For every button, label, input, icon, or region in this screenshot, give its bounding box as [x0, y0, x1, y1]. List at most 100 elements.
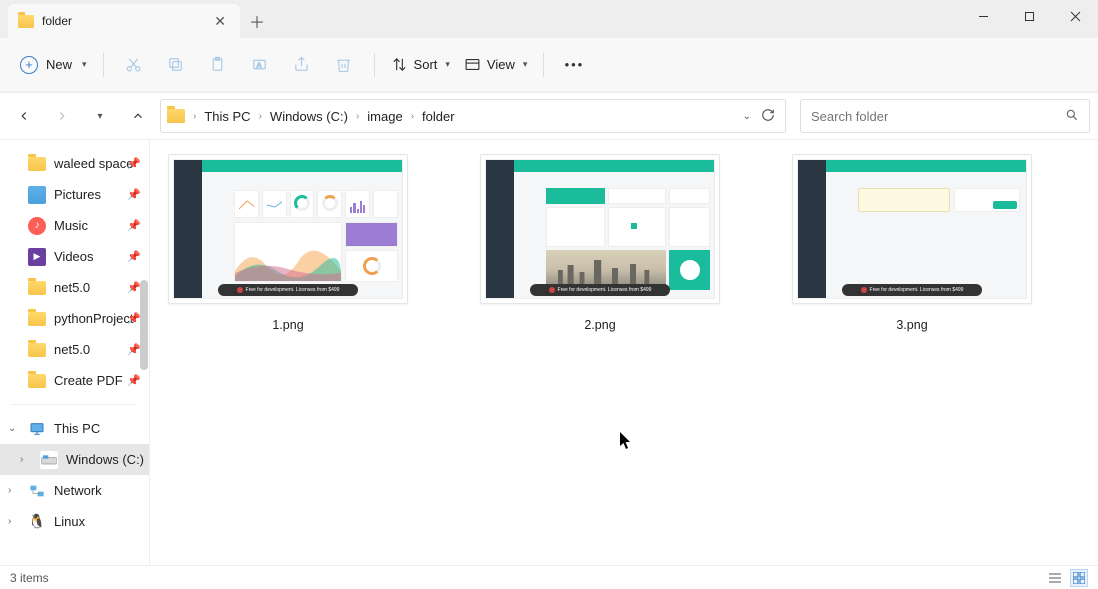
sidebar-item-createpdf[interactable]: Create PDF 📌	[0, 365, 149, 396]
rename-button[interactable]: A	[240, 47, 280, 83]
sidebar-divider	[12, 404, 137, 405]
toolbar-separator	[374, 53, 375, 77]
videos-icon: ▶	[28, 248, 46, 266]
network-icon	[28, 482, 46, 500]
breadcrumb-drive[interactable]: Windows (C:)	[266, 105, 352, 128]
sidebar-item-music[interactable]: ♪ Music 📌	[0, 210, 149, 241]
search-box[interactable]	[800, 99, 1090, 133]
toolbar: + New ▾ A Sort ▾ View ▾ •••	[0, 38, 1098, 92]
tab-title: folder	[42, 14, 202, 28]
thumbnails-view-button[interactable]	[1070, 569, 1088, 587]
svg-text:A: A	[257, 61, 262, 69]
view-icon	[464, 56, 481, 73]
address-bar: ▾ › This PC › Windows (C:) › image › fol…	[0, 92, 1098, 140]
folder-icon	[28, 343, 46, 357]
folder-icon	[28, 281, 46, 295]
status-bar: 3 items	[0, 565, 1098, 589]
file-thumbnail: Free for development. Licenses from $499	[168, 154, 408, 304]
sidebar-item-python[interactable]: pythonProject 📌	[0, 303, 149, 334]
music-icon: ♪	[28, 217, 46, 235]
file-name-label: 1.png	[272, 318, 303, 332]
file-name-label: 3.png	[896, 318, 927, 332]
sidebar-scrollbar[interactable]	[139, 140, 149, 565]
chevron-right-icon[interactable]: ›	[8, 485, 11, 496]
sidebar-item-label: Network	[54, 483, 102, 498]
sidebar-item-waleed-space[interactable]: waleed space 📌	[0, 148, 149, 179]
view-button[interactable]: View ▾	[458, 47, 533, 83]
delete-button[interactable]	[324, 47, 364, 83]
maximize-button[interactable]	[1006, 0, 1052, 32]
forward-button[interactable]	[46, 100, 78, 132]
file-item[interactable]: Free for development. Licenses from $499…	[480, 154, 720, 332]
breadcrumb-image[interactable]: image	[363, 105, 406, 128]
breadcrumb-bar[interactable]: › This PC › Windows (C:) › image › folde…	[160, 99, 786, 133]
breadcrumb-chevron-icon[interactable]: ›	[354, 111, 361, 122]
chevron-right-icon[interactable]: ›	[8, 516, 11, 527]
breadcrumb-chevron-icon[interactable]: ›	[409, 111, 416, 122]
sidebar-item-net50[interactable]: net5.0 📌	[0, 272, 149, 303]
sidebar-item-label: Pictures	[54, 187, 101, 202]
more-button[interactable]: •••	[554, 47, 594, 83]
recent-dropdown[interactable]: ▾	[84, 100, 116, 132]
sidebar-item-label: net5.0	[54, 280, 90, 295]
sidebar-item-pictures[interactable]: Pictures 📌	[0, 179, 149, 210]
sidebar-item-windows-drive[interactable]: › Windows (C:)	[0, 444, 149, 475]
file-thumbnail: Free for development. Licenses from $499	[480, 154, 720, 304]
folder-icon	[28, 312, 46, 326]
chevron-right-icon[interactable]: ›	[20, 454, 23, 465]
file-item[interactable]: Free for development. Licenses from $499…	[792, 154, 1032, 332]
address-dropdown-icon[interactable]: ⌄	[743, 111, 751, 122]
refresh-button[interactable]	[761, 108, 775, 125]
sidebar-item-label: Windows (C:)	[66, 452, 144, 467]
folder-icon	[18, 15, 34, 28]
share-button[interactable]	[282, 47, 322, 83]
close-window-button[interactable]	[1052, 0, 1098, 32]
sidebar-item-label: waleed space	[54, 156, 134, 171]
sidebar-item-linux[interactable]: › 🐧 Linux	[0, 506, 149, 537]
close-tab-button[interactable]: ✕	[210, 11, 230, 32]
chevron-down-icon: ▾	[445, 59, 450, 70]
breadcrumb-folder[interactable]: folder	[418, 105, 459, 128]
sidebar-item-label: Videos	[54, 249, 94, 264]
file-item[interactable]: Free for development. Licenses from $499…	[168, 154, 408, 332]
sidebar-item-label: Music	[54, 218, 88, 233]
title-bar: folder ✕ ＋	[0, 0, 1098, 38]
breadcrumb-chevron-icon[interactable]: ›	[191, 111, 198, 122]
search-icon[interactable]	[1065, 108, 1079, 125]
thumb-footer-text: Free for development. Licenses from $499	[246, 287, 340, 293]
new-tab-button[interactable]: ＋	[240, 4, 274, 38]
breadcrumb-chevron-icon[interactable]: ›	[257, 111, 264, 122]
sidebar-item-thispc[interactable]: ⌄ This PC	[0, 413, 149, 444]
plus-circle-icon: +	[20, 56, 38, 74]
chevron-down-icon: ▾	[82, 59, 87, 70]
status-item-count: 3 items	[10, 571, 49, 585]
folder-icon	[167, 109, 185, 123]
folder-icon	[28, 374, 46, 388]
sort-icon	[391, 56, 408, 73]
main-area: waleed space 📌 Pictures 📌 ♪ Music 📌 ▶ Vi…	[0, 140, 1098, 565]
new-button[interactable]: + New ▾	[14, 47, 93, 83]
sidebar-item-net50b[interactable]: net5.0 📌	[0, 334, 149, 365]
breadcrumb-this-pc[interactable]: This PC	[200, 105, 254, 128]
sidebar-item-videos[interactable]: ▶ Videos 📌	[0, 241, 149, 272]
sort-button[interactable]: Sort ▾	[385, 47, 456, 83]
chevron-down-icon: ▾	[523, 59, 528, 70]
minimize-button[interactable]	[960, 0, 1006, 32]
file-thumbnail: Free for development. Licenses from $499	[792, 154, 1032, 304]
search-input[interactable]	[811, 109, 1065, 124]
details-view-button[interactable]	[1046, 569, 1064, 587]
cut-button[interactable]	[114, 47, 154, 83]
paste-button[interactable]	[198, 47, 238, 83]
scrollbar-thumb[interactable]	[140, 280, 148, 370]
files-pane[interactable]: Free for development. Licenses from $499…	[150, 140, 1098, 565]
up-button[interactable]	[122, 100, 154, 132]
sidebar-item-network[interactable]: › Network	[0, 475, 149, 506]
sidebar-item-label: This PC	[54, 421, 100, 436]
copy-button[interactable]	[156, 47, 196, 83]
window-tab[interactable]: folder ✕	[8, 4, 240, 38]
sidebar-item-label: Linux	[54, 514, 85, 529]
sort-label: Sort	[414, 57, 438, 72]
chevron-down-icon[interactable]: ⌄	[8, 423, 16, 434]
pictures-icon	[28, 186, 46, 204]
back-button[interactable]	[8, 100, 40, 132]
